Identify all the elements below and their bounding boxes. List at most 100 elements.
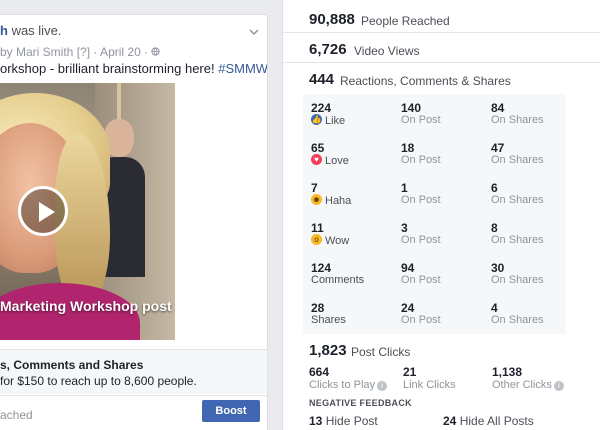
people-reached-value: 90,888: [309, 11, 355, 28]
video-caption: Marketing Workshop post: [0, 298, 172, 314]
shares-on-shares-cell: 4 On Shares: [483, 294, 571, 334]
post-text: orkshop - brilliant brainstorming here! …: [0, 61, 267, 76]
other-clicks-label: Other Clicks: [492, 379, 552, 391]
play-button-icon[interactable]: [18, 186, 68, 236]
post-options-chevron-icon[interactable]: [248, 25, 260, 37]
wow-total: 11: [311, 221, 324, 235]
shares-on-post-cell: 24 On Post: [393, 294, 481, 334]
like-on-post-cell: 140 On Post: [393, 94, 481, 134]
reactions-breakdown-table: 224 👍 Like 140 On Post 84 On Shares 65 ♥ L…: [303, 94, 566, 334]
wow-label: o Wow: [311, 234, 349, 247]
hide-all-posts-label: Hide All Posts: [459, 414, 534, 428]
post-clicks-section: 1,823 Post Clicks 664 Clicks to Play i 21…: [303, 338, 583, 398]
like-total: 224: [311, 101, 332, 115]
post-byline: by Mari Smith [?] · April 20 ·: [0, 45, 161, 59]
on-shares-label: On Shares: [491, 274, 544, 286]
comments-on-shares-cell: 30 On Shares: [483, 254, 571, 294]
hide-all-posts-stat: 24 Hide All Posts: [443, 414, 534, 428]
hide-post-stat: 13 Hide Post: [309, 414, 378, 428]
haha-total-cell: 7 ☻ Haha: [303, 174, 391, 214]
people-reached-label: People Reached: [361, 14, 450, 28]
comments-total-cell: 124 Comments: [303, 254, 391, 294]
shares-total: 28: [311, 301, 325, 315]
post-date[interactable]: · April 20 ·: [93, 45, 148, 59]
on-post-label: On Post: [401, 274, 441, 286]
video-views-label: Video Views: [354, 44, 420, 58]
promo-title: s, Comments and Shares: [0, 358, 144, 372]
link-clicks-label: Link Clicks: [403, 379, 456, 391]
byline-flag[interactable]: [?]: [77, 45, 90, 59]
hide-all-posts-value: 24: [443, 414, 457, 428]
boost-post-button[interactable]: Boost Post: [202, 400, 260, 430]
like-on-post: 140: [401, 101, 422, 115]
like-icon: 👍: [311, 114, 322, 125]
heart-icon: ♥: [311, 154, 322, 165]
like-label: 👍 Like: [311, 114, 346, 127]
on-post-label: On Post: [401, 234, 441, 246]
on-post-label: On Post: [401, 154, 441, 166]
like-on-shares: 84: [491, 101, 505, 115]
like-total-cell: 224 👍 Like: [303, 94, 391, 134]
on-shares-label: On Shares: [491, 234, 544, 246]
love-label: ♥ Love: [311, 154, 349, 167]
other-clicks: 1,138 Other Clicks i: [492, 365, 582, 391]
wow-on-shares: 8: [491, 221, 498, 235]
post-activity: was live.: [7, 23, 62, 38]
haha-icon: ☻: [311, 194, 322, 205]
hashtag-link[interactable]: #SMMW16: [218, 61, 267, 76]
comments-on-post: 94: [401, 261, 415, 275]
wow-icon: o: [311, 234, 322, 245]
info-icon[interactable]: i: [553, 381, 564, 391]
love-on-shares-cell: 47 On Shares: [483, 134, 571, 174]
on-shares-label: On Shares: [491, 114, 544, 126]
reached-label: ached: [0, 408, 33, 422]
clicks-to-play-label: Clicks to Play: [309, 379, 376, 391]
comments-total: 124: [311, 261, 332, 275]
promo-text: for $150 to reach up to 8,600 people.: [0, 374, 197, 388]
post-card: h was live. by Mari Smith [?] · April 20…: [0, 14, 268, 430]
on-shares-label: On Shares: [491, 194, 544, 206]
people-reached-row: 90,888 People Reached: [283, 3, 600, 33]
haha-on-shares: 6: [491, 181, 498, 195]
author-link[interactable]: by Mari Smith: [0, 45, 73, 59]
video-views-value: 6,726: [309, 41, 347, 58]
negative-feedback-title: NEGATIVE FEEDBACK: [309, 398, 412, 408]
post-header-line: h was live.: [0, 23, 61, 38]
on-post-label: On Post: [401, 114, 441, 126]
info-icon[interactable]: i: [377, 381, 388, 391]
wow-on-post: 3: [401, 221, 408, 235]
shares-total-cell: 28 Shares: [303, 294, 391, 334]
video-views-row: 6,726 Video Views: [283, 33, 600, 63]
reactions-label: Reactions, Comments & Shares: [340, 74, 511, 88]
other-clicks-value: 1,138: [492, 365, 523, 379]
shares-on-shares: 4: [491, 301, 498, 315]
clicks-to-play: 664 Clicks to Play i: [309, 365, 399, 391]
page-name-link[interactable]: h: [0, 23, 8, 38]
insights-panel: 90,888 People Reached 6,726 Video Views …: [282, 0, 600, 430]
hide-post-value: 13: [309, 414, 323, 428]
shares-label: Shares: [311, 314, 346, 326]
post-header: h was live. by Mari Smith [?] · April 20…: [0, 23, 267, 63]
wow-total-cell: 11 o Wow: [303, 214, 391, 254]
haha-label: ☻ Haha: [311, 194, 352, 207]
comments-on-shares: 30: [491, 261, 505, 275]
post-clicks-label: Post Clicks: [351, 345, 411, 359]
shares-on-post: 24: [401, 301, 415, 315]
haha-on-shares-cell: 6 On Shares: [483, 174, 571, 214]
love-on-shares: 47: [491, 141, 505, 155]
post-body: orkshop - brilliant brainstorming here!: [0, 61, 219, 76]
comments-label: Comments: [311, 274, 365, 286]
reactions-value: 444: [309, 71, 335, 88]
haha-on-post: 1: [401, 181, 408, 195]
wow-on-shares-cell: 8 On Shares: [483, 214, 571, 254]
haha-total: 7: [311, 181, 318, 195]
reactions-row: 444 Reactions, Comments & Shares: [283, 63, 600, 93]
link-clicks-value: 21: [403, 365, 417, 379]
on-post-label: On Post: [401, 314, 441, 326]
love-on-post: 18: [401, 141, 415, 155]
video-player[interactable]: Marketing Workshop post: [0, 83, 175, 340]
haha-on-post-cell: 1 On Post: [393, 174, 481, 214]
comments-on-post-cell: 94 On Post: [393, 254, 481, 294]
love-on-post-cell: 18 On Post: [393, 134, 481, 174]
post-clicks-value: 1,823: [309, 342, 347, 359]
